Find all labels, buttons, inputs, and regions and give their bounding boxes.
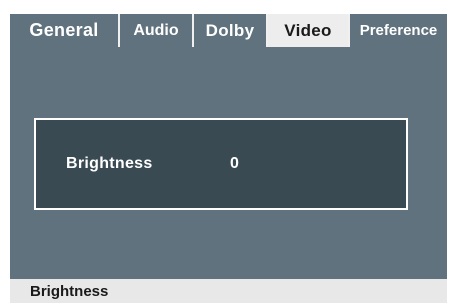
- setup-menu-window: General Audio Dolby Video Preference Bri…: [10, 14, 447, 303]
- brightness-label: Brightness: [66, 155, 153, 172]
- tab-preference[interactable]: Preference: [350, 14, 447, 47]
- status-description: Brightness: [30, 283, 109, 300]
- status-bar: Brightness: [10, 279, 447, 303]
- tab-general[interactable]: General: [10, 14, 118, 47]
- brightness-setting-panel[interactable]: Brightness 0: [34, 118, 408, 210]
- tab-video[interactable]: Video: [268, 14, 348, 47]
- tab-audio[interactable]: Audio: [120, 14, 192, 47]
- tab-dolby[interactable]: Dolby: [194, 14, 266, 47]
- brightness-value[interactable]: 0: [230, 155, 239, 173]
- tab-bar: General Audio Dolby Video Preference: [10, 14, 447, 47]
